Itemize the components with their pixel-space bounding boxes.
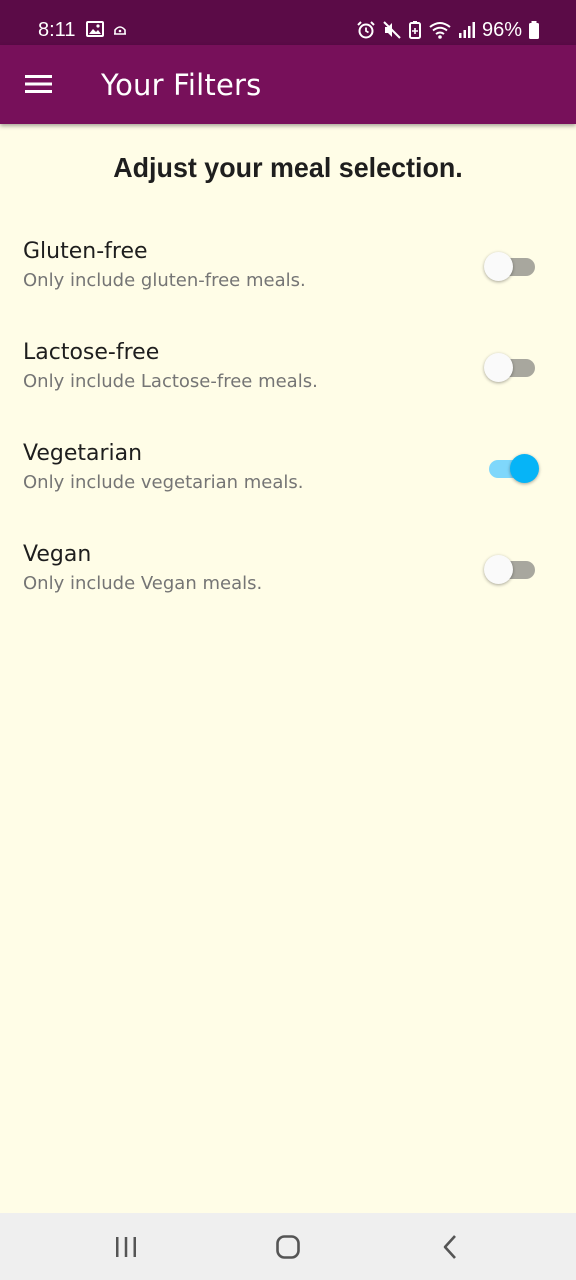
filter-subtitle: Only include gluten-free meals. xyxy=(23,270,306,291)
filter-subtitle: Only include Lactose-free meals. xyxy=(23,371,318,392)
recent-apps-icon xyxy=(116,1237,136,1257)
switch-thumb xyxy=(484,555,513,584)
lactose-free-switch[interactable] xyxy=(484,351,544,383)
home-icon xyxy=(276,1235,300,1259)
hamburger-menu-icon xyxy=(25,75,52,93)
back-icon xyxy=(443,1235,456,1259)
back-button[interactable] xyxy=(430,1227,470,1267)
vegan-switch[interactable] xyxy=(484,553,544,585)
switch-thumb xyxy=(484,353,513,382)
battery-saver-icon xyxy=(408,21,421,39)
switch-thumb xyxy=(510,454,539,483)
filter-title: Vegetarian xyxy=(23,441,143,466)
page-heading: Adjust your meal selection. xyxy=(113,152,463,183)
filter-title: Vegan xyxy=(23,542,92,567)
filter-item-lactose-free[interactable]: Lactose-free Only include Lactose-free m… xyxy=(0,338,576,438)
filter-item-vegetarian[interactable]: Vegetarian Only include vegetarian meals… xyxy=(0,439,576,539)
filter-item-vegan[interactable]: Vegan Only include Vegan meals. xyxy=(0,540,576,640)
filter-title: Gluten-free xyxy=(23,239,148,264)
menu-button[interactable] xyxy=(14,59,64,109)
mute-icon xyxy=(383,21,401,39)
status-bar: 8:11 96% xyxy=(0,0,576,45)
wifi-icon xyxy=(429,22,451,39)
battery-icon xyxy=(529,21,539,39)
filter-title: Lactose-free xyxy=(23,340,160,365)
battery-percentage: 96% xyxy=(481,19,522,41)
filter-item-gluten-free[interactable]: Gluten-free Only include gluten-free mea… xyxy=(0,237,576,337)
home-button[interactable] xyxy=(268,1227,308,1267)
filter-subtitle: Only include vegetarian meals. xyxy=(23,472,304,493)
signal-icon xyxy=(458,22,475,38)
app-notification-icon xyxy=(114,26,126,35)
switch-thumb xyxy=(484,252,513,281)
app-bar: Your Filters xyxy=(0,45,576,124)
filter-subtitle: Only include Vegan meals. xyxy=(23,573,263,594)
alarm-icon xyxy=(357,21,375,39)
system-nav-bar xyxy=(0,1213,576,1280)
app-title: Your Filters xyxy=(101,68,262,102)
vegetarian-switch[interactable] xyxy=(484,452,544,484)
gluten-free-switch[interactable] xyxy=(484,250,544,282)
status-icons-right: 96% xyxy=(356,18,540,42)
image-icon xyxy=(86,21,104,37)
status-icons-left xyxy=(86,21,128,37)
status-time: 8:11 xyxy=(38,19,76,41)
recent-apps-button[interactable] xyxy=(106,1227,146,1267)
